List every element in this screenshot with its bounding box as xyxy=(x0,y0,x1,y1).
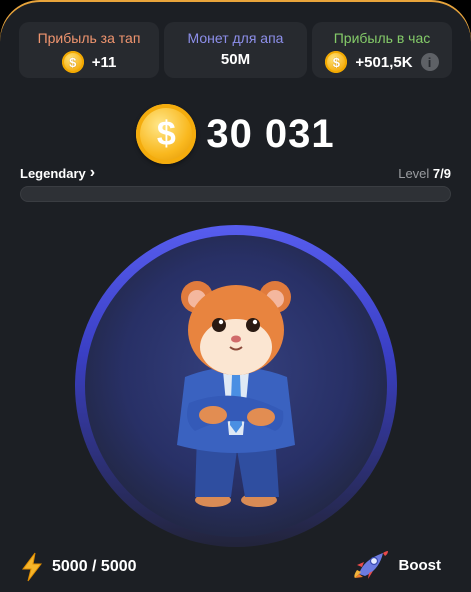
coin-icon: $ xyxy=(61,51,84,73)
main-panel: Прибыль за тап $ +11 Монет для апа 50M П… xyxy=(0,0,471,592)
balance-display: $ 30 031 xyxy=(0,104,471,164)
hamster-character-icon xyxy=(177,281,295,507)
league-link[interactable]: Legendary › xyxy=(20,164,95,182)
stat-value: +501,5K xyxy=(355,53,413,71)
tap-circle xyxy=(85,235,387,537)
energy-indicator: 5000 / 5000 xyxy=(20,552,137,582)
level-progress-bar xyxy=(20,186,451,202)
coin-icon: $ xyxy=(325,51,348,73)
stat-label: Прибыль в час xyxy=(333,30,431,46)
level-value: 7/9 xyxy=(432,165,451,181)
stat-label: Монет для апа xyxy=(187,30,284,46)
boost-label: Boost xyxy=(398,556,442,574)
level-label: Level xyxy=(398,165,430,181)
league-row: Legendary › Level 7/9 xyxy=(20,164,451,182)
stat-card-coins-to-level-up[interactable]: Монет для апа 50M xyxy=(164,22,307,78)
rocket-icon xyxy=(353,551,388,579)
stat-value: 50M xyxy=(220,51,251,68)
info-icon[interactable]: i xyxy=(420,53,439,71)
tap-button[interactable] xyxy=(75,225,397,547)
league-name: Legendary xyxy=(20,165,86,181)
balance-value: 30 031 xyxy=(206,111,335,156)
coin-icon: $ xyxy=(136,104,197,164)
chevron-right-icon: › xyxy=(89,164,96,181)
stat-label: Прибыль за тап xyxy=(37,30,141,46)
stat-card-profit-per-hour[interactable]: Прибыль в час $ +501,5K i xyxy=(312,22,452,78)
boost-button[interactable]: Boost xyxy=(353,550,442,580)
energy-value: 5000 / 5000 xyxy=(52,558,137,575)
level-indicator: Level 7/9 xyxy=(398,166,451,181)
stat-card-profit-per-tap[interactable]: Прибыль за тап $ +11 xyxy=(19,22,159,78)
stat-value: +11 xyxy=(91,53,117,71)
lightning-icon xyxy=(22,552,43,582)
